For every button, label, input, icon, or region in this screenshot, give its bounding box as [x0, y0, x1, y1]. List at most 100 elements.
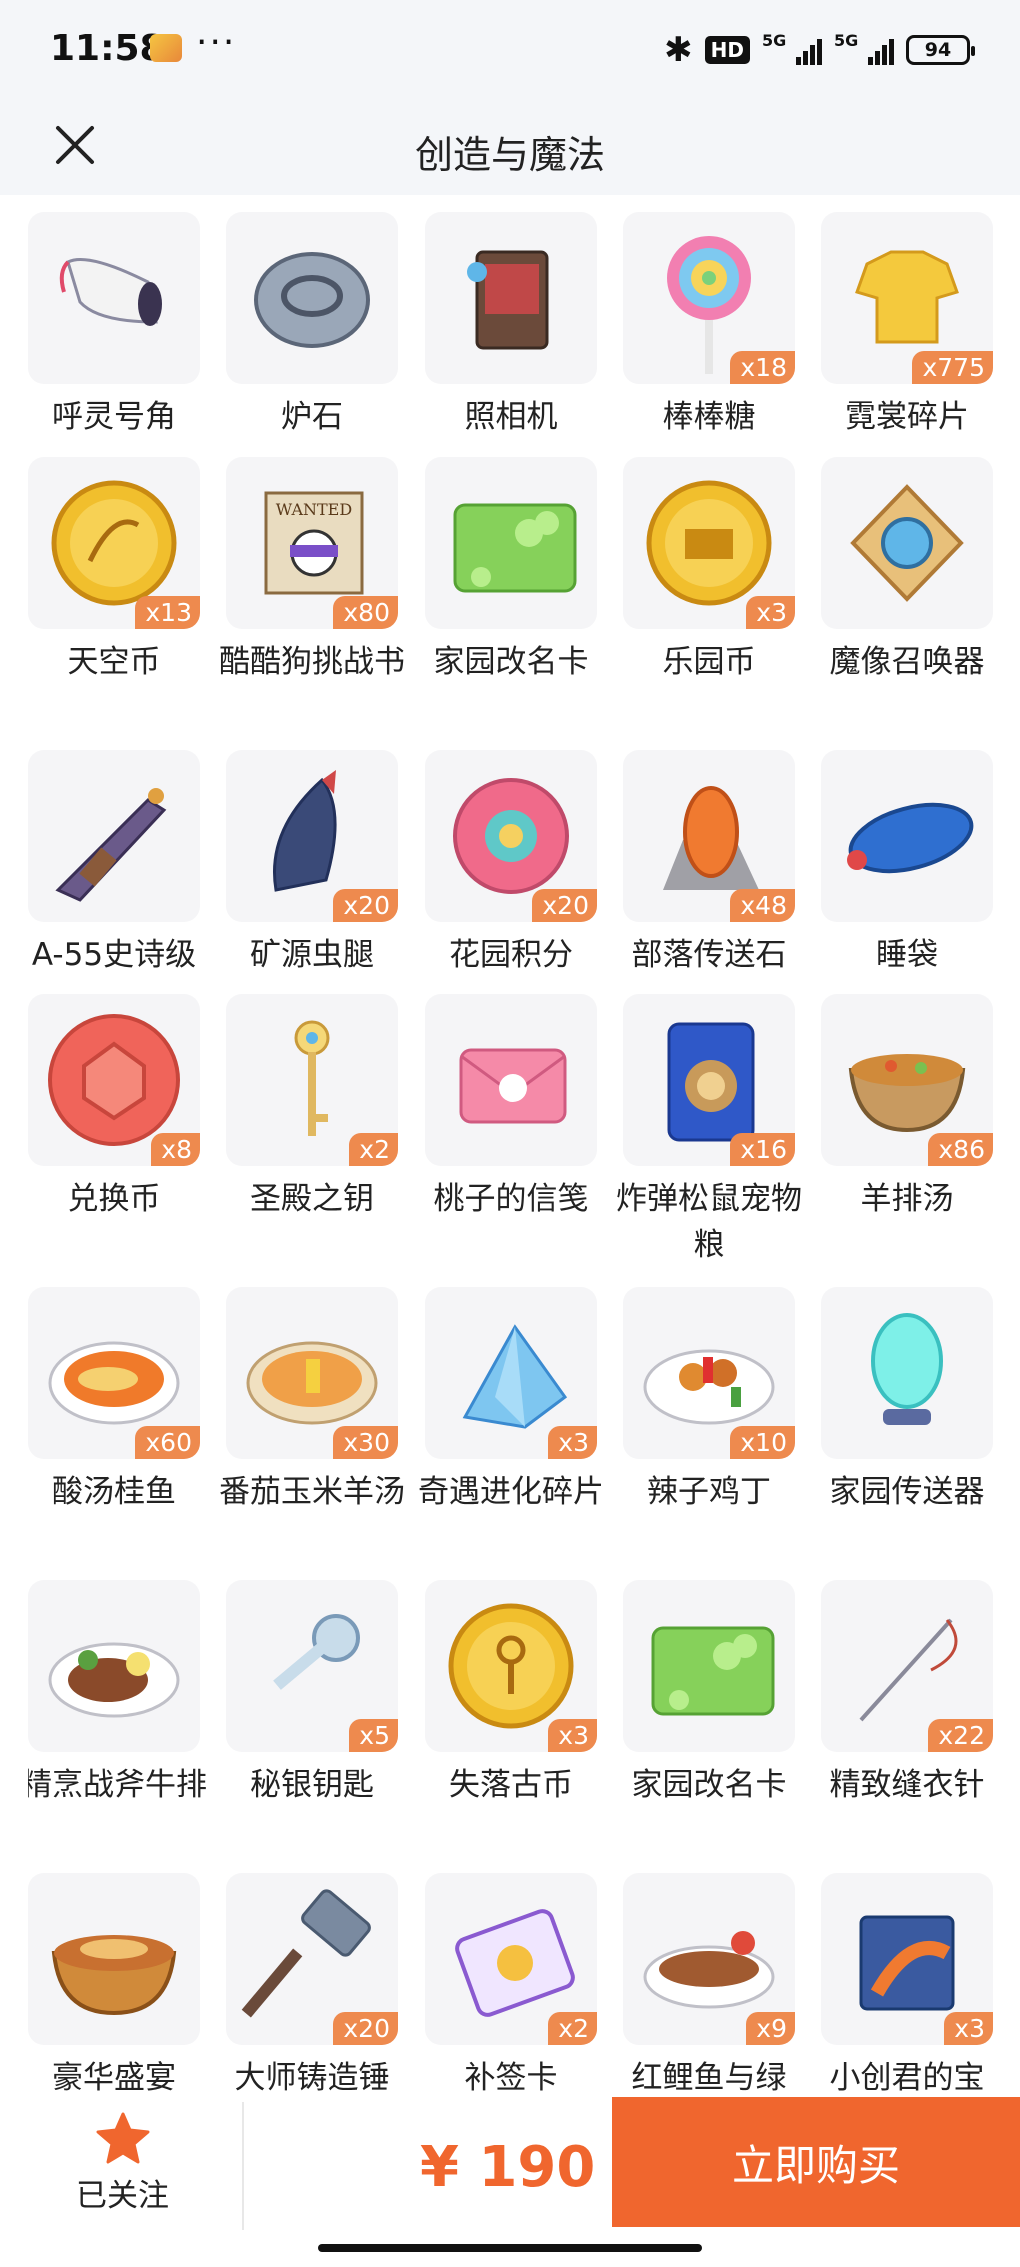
item-card[interactable]: 家园传送器	[821, 1287, 993, 1510]
item-thumbnail	[623, 1580, 795, 1752]
item-name: 羊排汤	[860, 1181, 954, 1217]
item-count-badge: x80	[333, 596, 398, 629]
item-card[interactable]: 炉石	[226, 212, 398, 435]
item-name: 花园积分	[449, 937, 573, 973]
item-thumbnail: x3	[623, 457, 795, 629]
item-thumbnail	[28, 1873, 200, 2045]
item-count-badge: x13	[135, 596, 200, 629]
home-teleporter-icon	[871, 1313, 943, 1425]
item-thumbnail	[425, 212, 597, 384]
feast-icon	[51, 1935, 177, 2016]
item-card[interactable]: x30 番茄玉米羊汤	[219, 1287, 405, 1510]
status-bar: 11:58 ··· ✱ HD 5G 5G 94	[0, 0, 1020, 100]
item-count-badge: x775	[912, 351, 993, 384]
item-thumbnail: x20	[425, 750, 597, 922]
bottom-action-bar: 已关注 ¥ 190 立即购买	[0, 2097, 1020, 2267]
item-card[interactable]: 家园改名卡	[623, 1580, 795, 1803]
item-count-badge: x22	[928, 1719, 993, 1752]
item-count-badge: x3	[548, 1719, 597, 1752]
battery-icon: 94	[906, 35, 975, 65]
status-time: 11:58	[50, 28, 165, 69]
item-card[interactable]: A-55史诗级	[28, 750, 200, 973]
item-card[interactable]: 魔像召唤器	[821, 457, 993, 680]
item-thumbnail: x2	[425, 1873, 597, 2045]
item-card[interactable]: x775 霓裳碎片	[821, 212, 993, 435]
sleeping-bag-icon	[847, 802, 974, 874]
golem-summoner-icon	[850, 484, 964, 602]
more-notifications-icon: ···	[196, 22, 237, 63]
page-title: 创造与魔法	[414, 133, 605, 177]
home-indicator[interactable]	[318, 2244, 702, 2252]
item-card[interactable]: x20 花园积分	[425, 750, 597, 973]
item-card[interactable]: x10 辣子鸡丁	[623, 1287, 795, 1510]
item-thumbnail: x18	[623, 212, 795, 384]
item-card[interactable]: x13 天空币	[28, 457, 200, 680]
item-card[interactable]: x3 失落古币	[425, 1580, 597, 1803]
item-name: 精烹战斧牛排	[28, 1767, 207, 1803]
item-card[interactable]: x2 补签卡	[425, 1873, 597, 2092]
follow-button[interactable]: 已关注	[60, 2112, 185, 2222]
item-count-badge: x5	[349, 1719, 398, 1752]
item-thumbnail	[28, 212, 200, 384]
item-name: 番茄玉米羊汤	[219, 1474, 405, 1510]
item-card[interactable]: 家园改名卡	[425, 457, 597, 680]
item-name: 大师铸造锤	[234, 2060, 390, 2092]
item-card[interactable]: x3 奇遇进化碎片	[418, 1287, 604, 1510]
bluetooth-icon: ✱	[664, 30, 693, 70]
item-thumbnail	[821, 750, 993, 922]
item-card[interactable]: 呼灵号角	[28, 212, 200, 435]
item-name: 奇遇进化碎片	[418, 1474, 604, 1510]
buy-now-button[interactable]: 立即购买	[612, 2097, 1020, 2227]
item-thumbnail: WANTED x80	[226, 457, 398, 629]
item-card[interactable]: WANTED x80 酷酷狗挑战书	[219, 457, 405, 680]
item-name: 炉石	[281, 399, 343, 435]
item-thumbnail: x3	[821, 1873, 993, 2045]
item-card[interactable]: x48 部落传送石	[623, 750, 795, 973]
item-name: 家园改名卡	[631, 1767, 787, 1803]
item-name: 魔像召唤器	[829, 644, 985, 680]
signal-icon: 5G	[762, 31, 822, 65]
price: ¥ 190	[420, 2135, 596, 2200]
item-thumbnail: x3	[425, 1580, 597, 1752]
item-name: 矿源虫腿	[250, 937, 374, 973]
item-thumbnail: x60	[28, 1287, 200, 1459]
rifle-icon	[55, 788, 167, 902]
item-name: 精致缝衣针	[829, 1767, 985, 1803]
item-card[interactable]: x16 炸弹松鼠宠物粮	[616, 994, 802, 1263]
item-card[interactable]: x8 兑换币	[28, 994, 200, 1217]
item-card[interactable]: x22 精致缝衣针	[821, 1580, 993, 1803]
item-name: 家园传送器	[829, 1474, 985, 1510]
item-thumbnail	[425, 457, 597, 629]
item-card[interactable]: x60 酸汤桂鱼	[28, 1287, 200, 1510]
item-card[interactable]: x2 圣殿之钥	[226, 994, 398, 1217]
item-card[interactable]: 豪华盛宴	[28, 1873, 200, 2092]
item-card[interactable]: x3 小创君的宝	[821, 1873, 993, 2092]
item-name: 部落传送石	[631, 937, 787, 973]
item-count-badge: x9	[746, 2012, 795, 2045]
item-name: 秘银钥匙	[250, 1767, 374, 1803]
item-name: 乐园币	[662, 644, 756, 680]
steak-icon	[48, 1642, 180, 1718]
star-icon	[96, 2112, 149, 2164]
letter-icon	[459, 1048, 567, 1124]
item-card[interactable]: x18 棒棒糖	[623, 212, 795, 435]
item-card[interactable]: 照相机	[425, 212, 597, 435]
rename-card-icon	[651, 1626, 775, 1716]
item-card[interactable]: x3 乐园币	[623, 457, 795, 680]
item-count-badge: x3	[944, 2012, 993, 2045]
item-thumbnail	[28, 1580, 200, 1752]
item-card[interactable]: x20 大师铸造锤	[226, 1873, 398, 2092]
item-card[interactable]: x5 秘银钥匙	[226, 1580, 398, 1803]
item-card[interactable]: 睡袋	[821, 750, 993, 973]
item-card[interactable]: x86 羊排汤	[821, 994, 993, 1217]
item-thumbnail: x8	[28, 994, 200, 1166]
item-card[interactable]: 桃子的信笺	[425, 994, 597, 1217]
item-count-badge: x48	[730, 889, 795, 922]
svg-text:WANTED: WANTED	[276, 500, 352, 519]
item-card[interactable]: x9 红鲤鱼与绿	[623, 1873, 795, 2092]
horn-icon	[59, 258, 162, 326]
item-card[interactable]: 精烹战斧牛排	[28, 1580, 207, 1803]
item-name: 酷酷狗挑战书	[219, 644, 405, 680]
item-name: 红鲤鱼与绿	[631, 2060, 787, 2092]
item-card[interactable]: x20 矿源虫腿	[226, 750, 398, 973]
